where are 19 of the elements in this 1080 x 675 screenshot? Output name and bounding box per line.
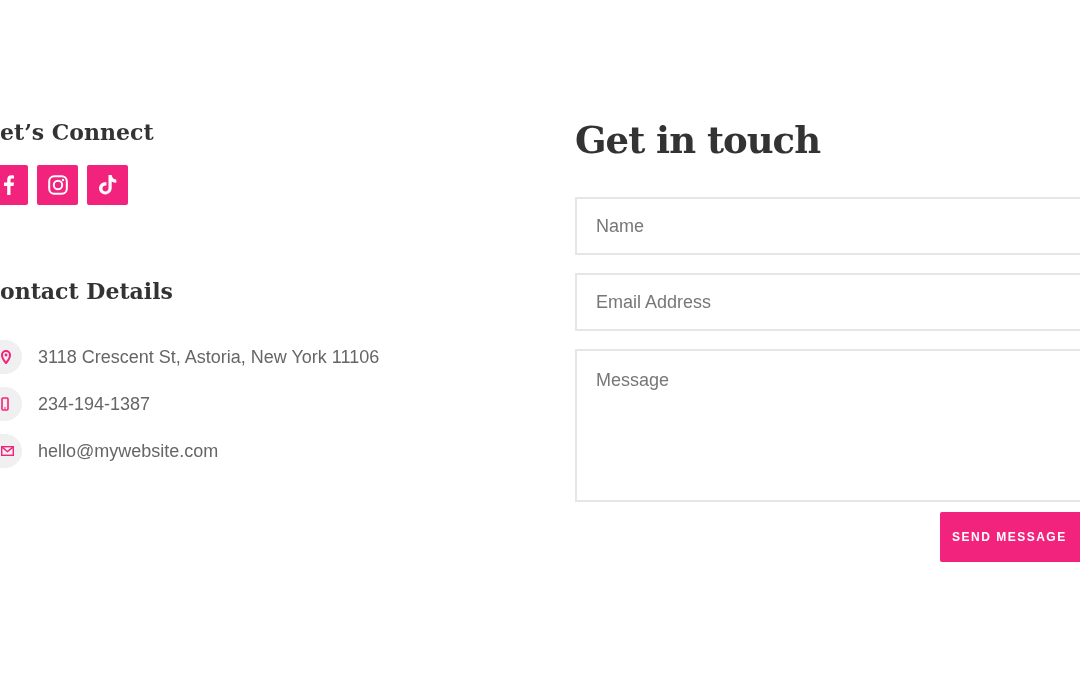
section-heading: ontact Details: [0, 277, 174, 306]
envelope-icon: [1, 446, 14, 456]
social-link[interactable]: [87, 165, 128, 205]
location-pin-icon: [1, 350, 11, 364]
social-link[interactable]: [37, 165, 78, 205]
input-field[interactable]: Name: [575, 197, 1080, 255]
instagram-icon: [47, 175, 68, 195]
section-heading: et’s Connect: [0, 118, 155, 147]
tiktok-icon: [98, 175, 117, 195]
input-field[interactable]: Email Address: [575, 273, 1080, 331]
facebook-icon: [4, 175, 14, 195]
send-message-button[interactable]: SEND MESSAGE: [940, 512, 1080, 562]
contact-text: 234-194-1387: [38, 392, 151, 416]
contact-text: hello@mywebsite.com: [38, 439, 219, 463]
form-heading: Get in touch: [575, 117, 822, 164]
contact-text: 3118 Crescent St, Astoria, New York 11106: [38, 345, 380, 369]
social-link[interactable]: [0, 165, 28, 205]
phone-icon: [1, 397, 9, 411]
message-field[interactable]: Message: [575, 349, 1080, 502]
